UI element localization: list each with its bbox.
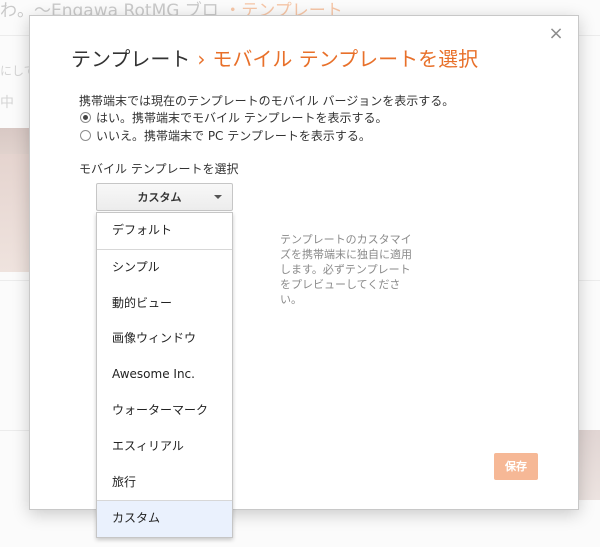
template-dropdown[interactable]: カスタム [96, 183, 233, 211]
radio-label-yes: はい。携帯端末でモバイル テンプレートを表示する。 [96, 111, 388, 125]
dialog-title: テンプレート › モバイル テンプレートを選択 [71, 43, 478, 72]
radio-option-yes[interactable]: はい。携帯端末でモバイル テンプレートを表示する。 [80, 109, 387, 126]
menu-item-ethereal[interactable]: エスィリアル [97, 429, 232, 465]
menu-item-picture-window[interactable]: 画像ウィンドウ [97, 321, 232, 357]
menu-item-dynamic-views[interactable]: 動的ビュー [97, 286, 232, 322]
menu-item-travel[interactable]: 旅行 [97, 465, 232, 501]
background-side-text: 中 [0, 95, 14, 111]
save-button[interactable]: 保存 [494, 453, 538, 480]
radio-button-yes[interactable] [80, 112, 91, 123]
background-thumbnail [0, 154, 30, 272]
menu-item-simple[interactable]: シンプル [97, 250, 232, 286]
template-dropdown-menu: デフォルト シンプル 動的ビュー 画像ウィンドウ Awesome Inc. ウォ… [96, 212, 233, 539]
breadcrumb-separator: › [197, 47, 206, 71]
mobile-intro-text: 携帯端末では現在のテンプレートのモバイル バージョンを表示する。 [79, 94, 455, 108]
menu-item-default[interactable]: デフォルト [97, 213, 232, 249]
close-icon[interactable]: × [548, 24, 564, 44]
radio-option-no[interactable]: いいえ。携帯端末で PC テンプレートを表示する。 [80, 127, 371, 144]
chevron-down-icon [214, 195, 222, 199]
radio-label-no: いいえ。携帯端末で PC テンプレートを表示する。 [96, 129, 371, 143]
dropdown-selected-value: カスタム [137, 191, 182, 204]
menu-item-custom[interactable]: カスタム [97, 501, 232, 538]
mobile-template-dialog: × テンプレート › モバイル テンプレートを選択 携帯端末では現在のテンプレートの… [29, 15, 579, 539]
menu-item-awesome-inc[interactable]: Awesome Inc. [97, 357, 232, 393]
breadcrumb-root: テンプレート [71, 47, 191, 71]
radio-button-no[interactable] [80, 130, 91, 141]
custom-template-help-text: テンプレートのカスタマイズを携帯端末に独自に適用します。必ずテンプレートをプレビ… [280, 233, 412, 306]
background-thumbnail [576, 430, 600, 500]
breadcrumb-current: モバイル テンプレートを選択 [212, 47, 479, 71]
select-template-label: モバイル テンプレートを選択 [79, 162, 239, 176]
menu-item-watermark[interactable]: ウォーターマーク [97, 393, 232, 429]
